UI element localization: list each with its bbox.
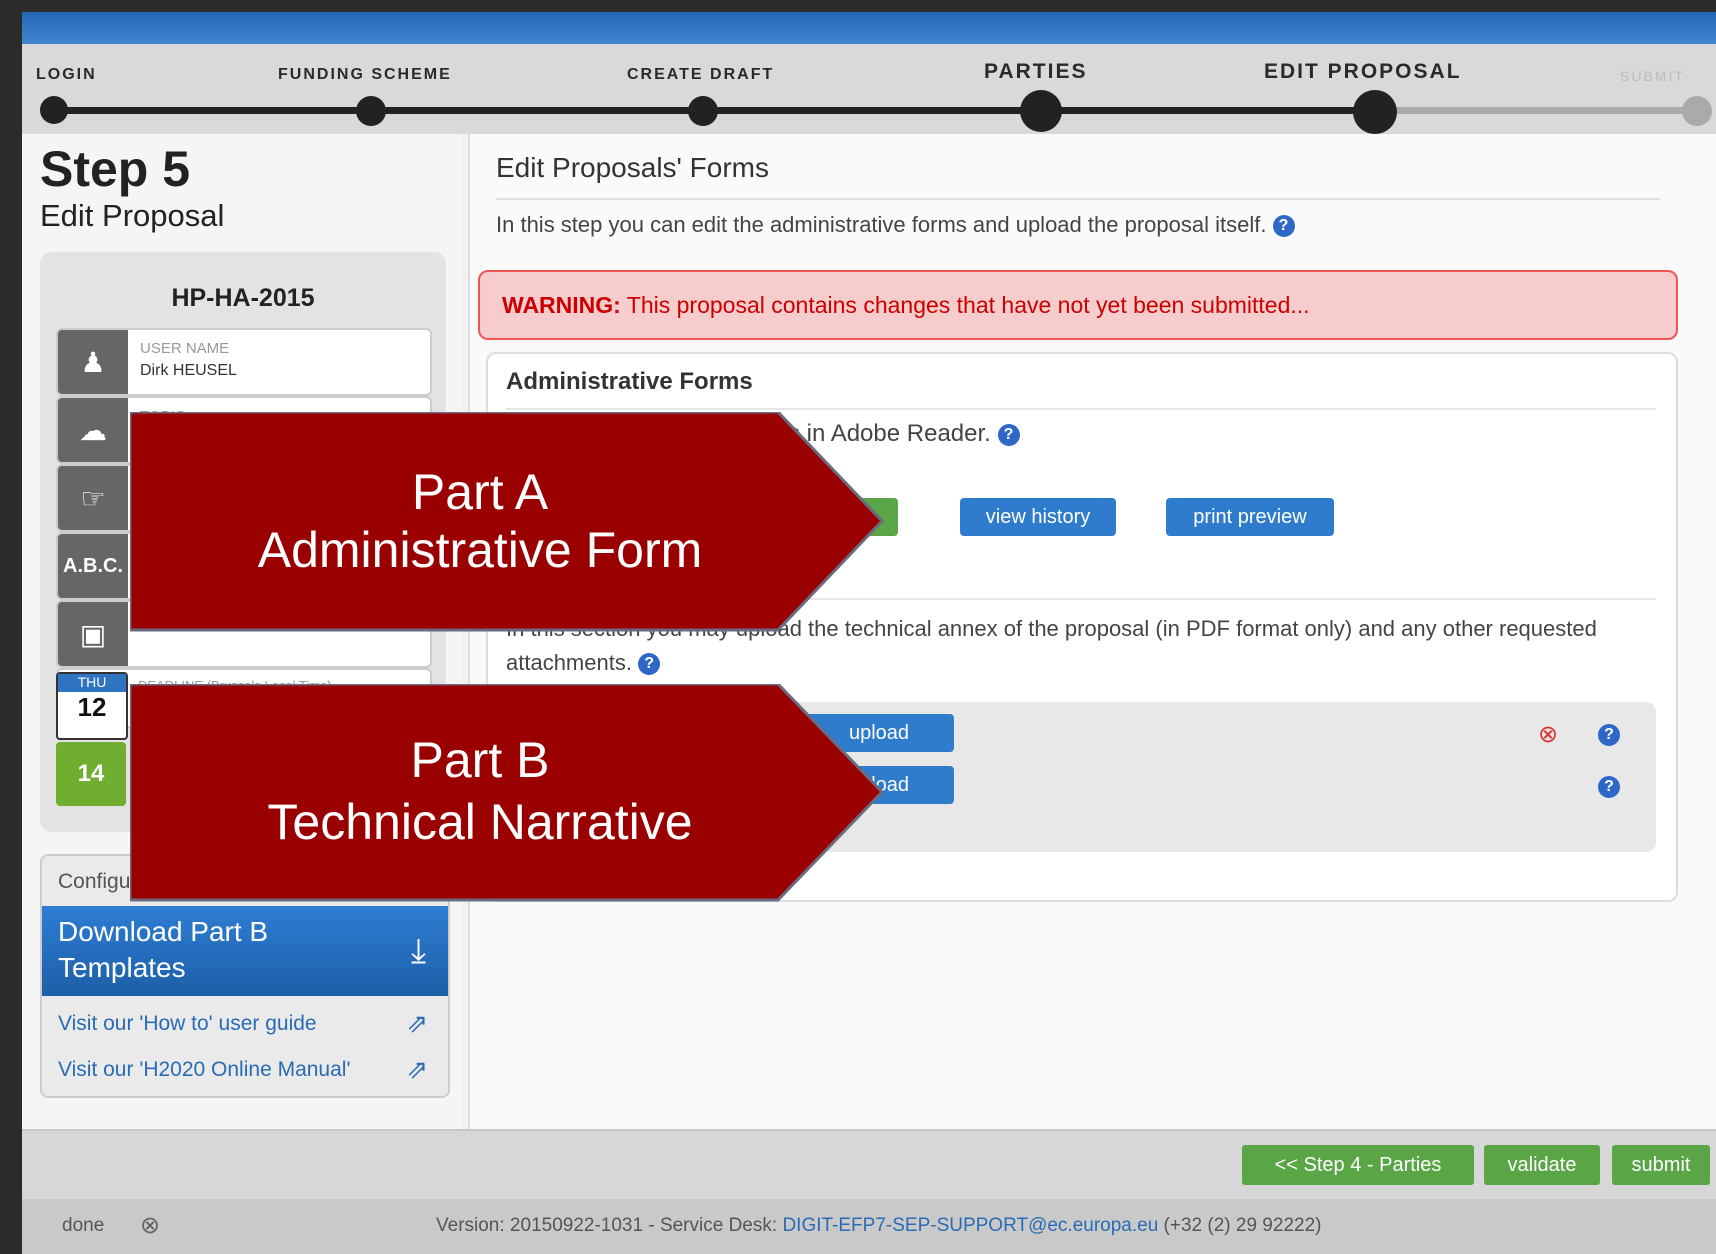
wizard-step-edit-proposal[interactable]: EDIT PROPOSAL xyxy=(1264,60,1462,84)
divider xyxy=(496,198,1660,200)
wizard-dot-parties xyxy=(1020,90,1062,132)
wizard-step-create-draft[interactable]: CREATE DRAFT xyxy=(627,66,774,84)
warning-message: This proposal contains changes that have… xyxy=(620,292,1310,318)
help-icon[interactable]: ? xyxy=(1598,724,1620,746)
online-manual-link[interactable]: Visit our 'H2020 Online Manual' xyxy=(58,1058,350,1082)
callout-part-b: Part B Technical Narrative xyxy=(130,684,890,906)
calendar-day: THU xyxy=(58,674,126,692)
status-bar: done ⊗ Version: 20150922-1031 - Service … xyxy=(22,1199,1716,1254)
validate-button[interactable]: validate xyxy=(1484,1145,1600,1185)
calendar-icon: THU 12 xyxy=(56,672,128,740)
wizard-line xyxy=(52,107,1392,114)
proposal-acronym: HP-HA-2015 xyxy=(171,284,315,312)
version-text: Version: 20150922-1031 - Service Desk: xyxy=(436,1215,783,1236)
abc-icon: A.B.C. xyxy=(58,534,128,598)
print-preview-button[interactable]: print preview xyxy=(1166,498,1334,536)
divider xyxy=(506,408,1656,410)
intro-text: In this step you can edit the administra… xyxy=(496,212,1295,238)
wizard-dot-funding xyxy=(356,96,386,126)
app-frame: LOGIN FUNDING SCHEME CREATE DRAFT PARTIE… xyxy=(22,12,1716,1254)
external-link-icon[interactable]: ⇗ xyxy=(406,1008,428,1039)
help-icon[interactable]: ? xyxy=(638,653,661,676)
callout-line1: Part B xyxy=(410,732,550,788)
warning-text: WARNING: This proposal contains changes … xyxy=(502,292,1310,319)
admin-forms-title: Administrative Forms xyxy=(506,368,753,395)
wizard-progress: LOGIN FUNDING SCHEME CREATE DRAFT PARTIE… xyxy=(22,44,1716,134)
callout-line2: Technical Narrative xyxy=(267,794,693,850)
view-history-button[interactable]: view history xyxy=(960,498,1116,536)
wizard-step-parties[interactable]: PARTIES xyxy=(984,60,1087,84)
back-step-button[interactable]: << Step 4 - Parties xyxy=(1242,1145,1474,1185)
service-desk-email[interactable]: DIGIT-EFP7-SEP-SUPPORT@ec.europa.eu xyxy=(782,1215,1158,1236)
callout-line1: Part A xyxy=(411,464,549,520)
top-bar xyxy=(22,12,1716,44)
wizard-dot-submit xyxy=(1682,96,1712,126)
service-desk-phone: (+32 (2) 29 92222) xyxy=(1158,1215,1322,1236)
how-to-guide-link[interactable]: Visit our 'How to' user guide xyxy=(58,1012,317,1036)
id-card-icon: ▣ xyxy=(58,602,128,666)
callout-part-a: Part A Administrative Form xyxy=(130,412,890,634)
warning-banner: WARNING: This proposal contains changes … xyxy=(478,270,1678,340)
step-subtitle: Edit Proposal xyxy=(40,198,225,233)
info-row-user: ♟ USER NAME Dirk HEUSEL xyxy=(56,328,432,396)
calendar-date: 12 xyxy=(77,692,107,722)
delete-icon[interactable]: ⊗ xyxy=(1538,720,1558,749)
download-label: Download Part B Templates xyxy=(58,916,269,983)
info-row-value: Dirk HEUSEL xyxy=(140,362,237,379)
help-icon[interactable]: ? xyxy=(1272,215,1295,238)
status-text: done xyxy=(62,1215,105,1236)
wizard-line-remaining xyxy=(1392,107,1702,114)
user-icon: ♟ xyxy=(58,330,128,394)
version-info: Version: 20150922-1031 - Service Desk: D… xyxy=(436,1215,1321,1237)
action-bar: << Step 4 - Parties validate submit xyxy=(22,1129,1716,1201)
config-title: Configu xyxy=(58,870,131,893)
warning-prefix: WARNING: xyxy=(502,292,621,318)
download-icon: ⤓ xyxy=(410,932,426,970)
help-icon[interactable]: ? xyxy=(997,423,1020,446)
info-row-label: USER NAME xyxy=(140,340,230,357)
touch-icon: ☞ xyxy=(58,466,128,530)
intro-label: In this step you can edit the administra… xyxy=(496,212,1267,237)
wizard-dot-login xyxy=(40,96,68,124)
close-icon[interactable]: ⊗ xyxy=(140,1211,160,1240)
wizard-step-funding-scheme[interactable]: FUNDING SCHEME xyxy=(278,66,452,84)
days-left-badge: 14 xyxy=(56,742,126,806)
wizard-step-submit: SUBMIT xyxy=(1620,68,1685,84)
cloud-icon: ☁ xyxy=(58,398,128,462)
wizard-dot-draft xyxy=(688,96,718,126)
submit-button[interactable]: submit xyxy=(1612,1145,1710,1185)
wizard-step-login[interactable]: LOGIN xyxy=(36,66,97,84)
step-title: Step 5 xyxy=(40,141,191,197)
callout-line2: Administrative Form xyxy=(257,522,703,578)
wizard-dot-edit-proposal xyxy=(1353,90,1397,134)
help-icon[interactable]: ? xyxy=(1598,776,1620,798)
page-title: Edit Proposals' Forms xyxy=(496,152,769,183)
download-part-b-button[interactable]: Download Part B Templates ⤓ xyxy=(42,906,448,996)
external-link-icon[interactable]: ⇗ xyxy=(406,1054,428,1085)
